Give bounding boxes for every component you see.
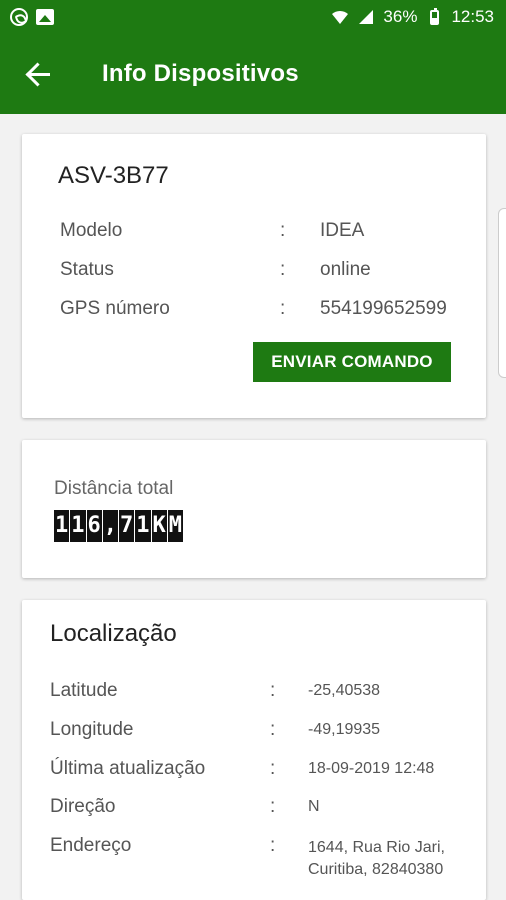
device-plate: ASV-3B77 [58, 162, 169, 189]
odometer-digit: 1 [135, 510, 152, 542]
row-value: N [308, 798, 320, 815]
row-value: -25,40538 [308, 682, 381, 699]
location-row-endereco: Endereço : 1644, Rua Rio Jari, Curitiba,… [50, 835, 458, 881]
device-row-status: Status : online [60, 259, 454, 281]
device-row-gps: GPS número : 554199652599 [60, 298, 454, 320]
odometer-digit: 6 [86, 510, 103, 542]
row-value: online [320, 259, 371, 280]
row-label: Endereço [50, 835, 132, 856]
status-bar-left [10, 8, 54, 26]
clock: 12:53 [451, 7, 494, 26]
row-separator: : [270, 835, 276, 856]
enviar-comando-button[interactable]: ENVIAR COMANDO [253, 342, 451, 382]
row-value: IDEA [320, 220, 365, 241]
location-row-ultima-atualizacao: Última atualização : 18-09-2019 12:48 [50, 758, 458, 780]
status-bar: 36% 12:53 [0, 0, 506, 34]
odometer: 1 1 6 , 7 1 K M [54, 510, 184, 542]
battery-percent: 36% [383, 7, 418, 26]
location-row-longitude: Longitude : -49,19935 [50, 719, 458, 741]
row-separator: : [270, 796, 276, 817]
row-separator: : [270, 719, 276, 740]
row-separator: : [280, 259, 286, 280]
arrow-left-icon[interactable] [22, 56, 58, 92]
row-label: GPS número [60, 298, 170, 319]
odometer-separator: , [102, 510, 119, 542]
device-card: ASV-3B77 Modelo : IDEA Status : online G… [22, 134, 486, 418]
location-row-latitude: Latitude : -25,40538 [50, 680, 458, 702]
location-title: Localização [50, 620, 177, 647]
side-panel-handle[interactable] [498, 208, 506, 378]
odometer-digit: 7 [119, 510, 136, 542]
row-separator: : [280, 298, 286, 319]
row-separator: : [270, 758, 276, 779]
row-value: -49,19935 [308, 721, 381, 738]
odometer-unit: K [151, 510, 168, 542]
odometer-digit: 1 [70, 510, 87, 542]
row-value: 18-09-2019 12:48 [308, 760, 435, 777]
row-label: Status [60, 259, 114, 280]
row-value: 554199652599 [320, 298, 447, 319]
row-separator: : [280, 220, 286, 241]
image-icon [36, 8, 54, 26]
battery-icon [425, 7, 443, 26]
distance-label: Distância total [54, 478, 174, 499]
device-row-modelo: Modelo : IDEA [60, 220, 454, 242]
odometer-unit: M [167, 510, 184, 542]
row-label: Última atualização [50, 758, 206, 779]
odometer-digit: 1 [54, 510, 71, 542]
wifi-icon [331, 8, 349, 26]
app-bar: Info Dispositivos [0, 34, 506, 114]
page-title: Info Dispositivos [102, 60, 299, 87]
location-row-direcao: Direção : N [50, 796, 458, 818]
status-bar-right: 36% 12:53 [331, 7, 494, 27]
row-label: Longitude [50, 719, 134, 740]
distance-card: Distância total 1 1 6 , 7 1 K M [22, 440, 486, 578]
location-card: Localização Latitude : -25,40538 Longitu… [22, 600, 486, 900]
signal-icon [357, 8, 375, 26]
row-label: Direção [50, 796, 116, 817]
row-label: Modelo [60, 220, 123, 241]
row-label: Latitude [50, 680, 118, 701]
row-value: 1644, Rua Rio Jari, Curitiba, 82840380 [308, 839, 445, 878]
row-separator: : [270, 680, 276, 701]
whatsapp-icon [10, 8, 28, 26]
